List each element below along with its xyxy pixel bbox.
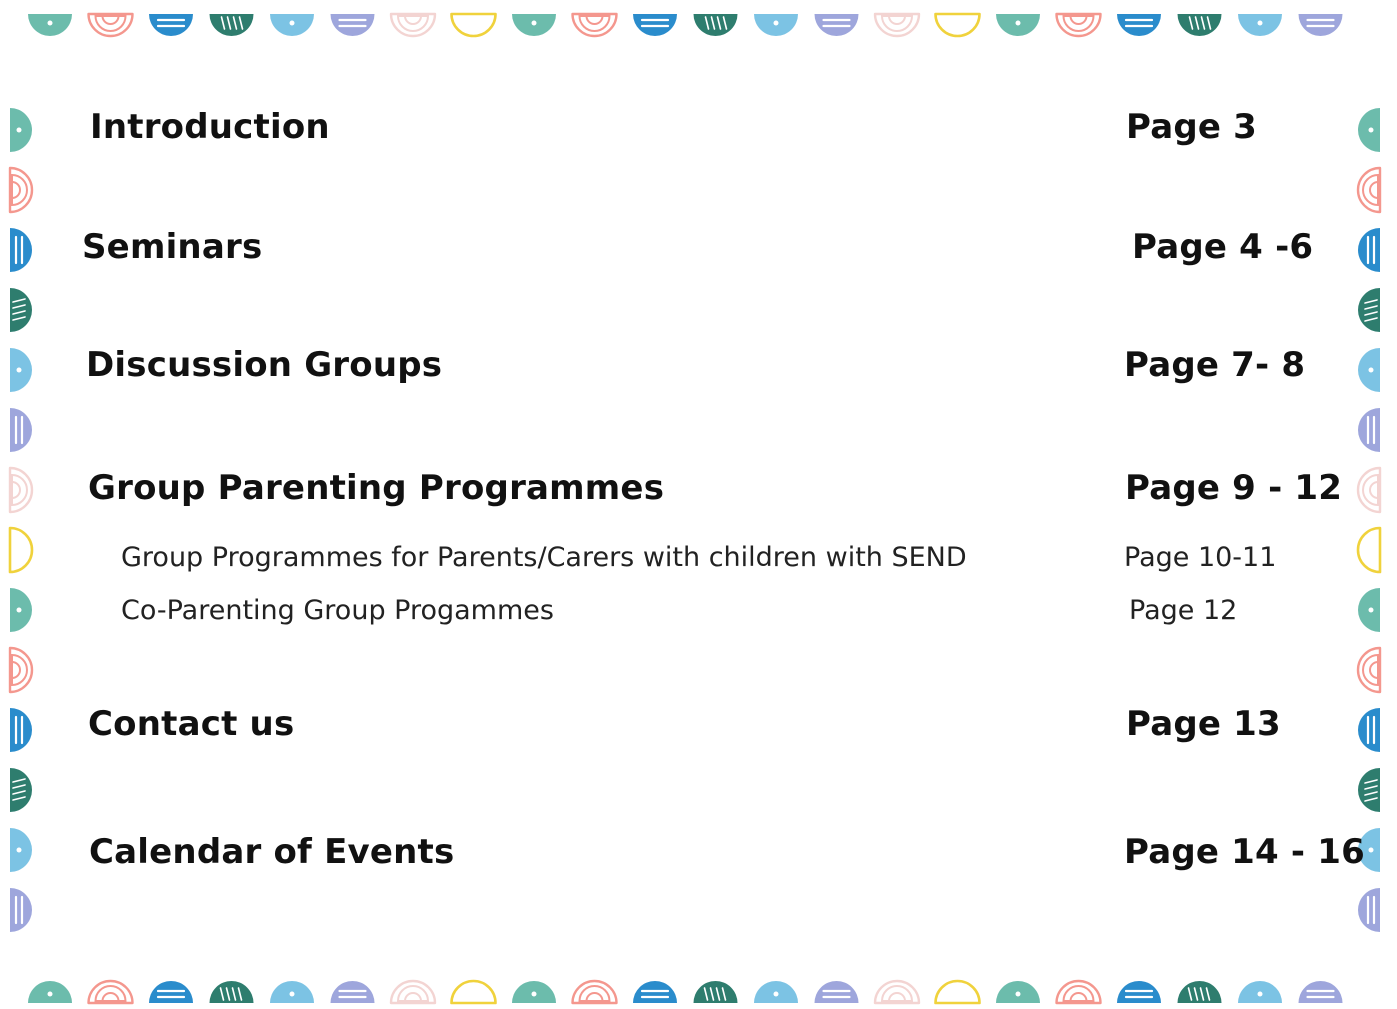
rings-dome-icon xyxy=(1356,166,1382,214)
toc-entry-seminars[interactable]: Seminars Page 4 -6 xyxy=(0,230,1397,270)
toc-entry-page: Page 12 xyxy=(1129,595,1238,626)
toc-entry-page: Page 10-11 xyxy=(1124,542,1277,573)
striped-dome-icon xyxy=(149,14,193,36)
rings-dome-icon xyxy=(8,166,34,214)
striped-dome-icon xyxy=(1298,981,1343,1003)
border-bottom xyxy=(28,979,1343,1005)
toc-entry-page: Page 9 - 12 xyxy=(1125,468,1343,508)
dot-dome-icon xyxy=(996,981,1040,1003)
striped-dome-icon xyxy=(814,981,859,1003)
hatched-dome-icon xyxy=(209,14,254,36)
toc-entry-title: Calendar of Events xyxy=(89,832,455,872)
striped-dome-icon xyxy=(633,14,677,36)
dot-dome-icon xyxy=(512,981,556,1003)
toc-entry-page: Page 3 xyxy=(1126,107,1258,147)
dot-dome-icon xyxy=(754,981,798,1003)
toc-entry-introduction[interactable]: Introduction Page 3 xyxy=(0,110,1397,150)
striped-dome-icon xyxy=(330,14,375,36)
hatched-dome-icon xyxy=(1358,288,1380,332)
striped-dome-icon xyxy=(1298,14,1343,36)
border-top xyxy=(28,12,1343,38)
toc-entry-page: Page 14 - 16 xyxy=(1124,832,1365,872)
hatched-dome-icon xyxy=(1177,981,1222,1003)
hatched-dome-icon xyxy=(10,288,32,332)
dot-dome-icon xyxy=(28,14,72,36)
rings-dome-icon xyxy=(1356,646,1382,694)
toc-entry-title: Group Parenting Programmes xyxy=(88,468,665,508)
rings-dome-icon xyxy=(389,979,437,1005)
toc-entry-title: Introduction xyxy=(90,107,330,147)
striped-dome-icon xyxy=(1358,408,1380,452)
dot-dome-icon xyxy=(1238,14,1282,36)
striped-dome-icon xyxy=(814,14,859,36)
hatched-dome-icon xyxy=(209,981,254,1003)
rings-dome-icon xyxy=(873,12,921,38)
hatched-dome-icon xyxy=(693,981,738,1003)
striped-dome-icon xyxy=(10,408,32,452)
hatched-dome-icon xyxy=(693,14,738,36)
toc-entry-contact-us[interactable]: Contact us Page 13 xyxy=(0,707,1397,747)
outline-dome-icon xyxy=(450,12,497,38)
toc-entry-calendar-of-events[interactable]: Calendar of Events Page 14 - 16 xyxy=(0,835,1397,875)
rings-dome-icon xyxy=(571,12,618,38)
toc-subentry-co-parenting[interactable]: Co-Parenting Group Progammes Page 12 xyxy=(0,597,1397,637)
rings-dome-icon xyxy=(1055,12,1102,38)
rings-dome-icon xyxy=(87,12,134,38)
rings-dome-icon xyxy=(873,979,921,1005)
outline-dome-icon xyxy=(450,979,497,1005)
striped-dome-icon xyxy=(149,981,193,1003)
outline-dome-icon xyxy=(934,12,981,38)
dot-dome-icon xyxy=(1238,981,1282,1003)
striped-dome-icon xyxy=(10,888,32,932)
toc-entry-page: Page 4 -6 xyxy=(1132,227,1314,267)
rings-dome-icon xyxy=(87,979,134,1005)
dot-dome-icon xyxy=(754,14,798,36)
toc-subentry-send-programmes[interactable]: Group Programmes for Parents/Carers with… xyxy=(0,544,1397,584)
striped-dome-icon xyxy=(1117,14,1161,36)
toc-entry-page: Page 13 xyxy=(1126,704,1281,744)
hatched-dome-icon xyxy=(1358,768,1380,812)
striped-dome-icon xyxy=(1358,888,1380,932)
toc-entry-group-parenting-programmes[interactable]: Group Parenting Programmes Page 9 - 12 xyxy=(0,471,1397,511)
striped-dome-icon xyxy=(1117,981,1161,1003)
toc-entry-title: Discussion Groups xyxy=(86,345,443,385)
hatched-dome-icon xyxy=(1177,14,1222,36)
dot-dome-icon xyxy=(270,981,314,1003)
toc-entry-title: Contact us xyxy=(88,704,295,744)
dot-dome-icon xyxy=(270,14,314,36)
striped-dome-icon xyxy=(633,981,677,1003)
toc-entry-title: Co-Parenting Group Progammes xyxy=(121,595,554,626)
dot-dome-icon xyxy=(28,981,72,1003)
toc-entry-page: Page 7- 8 xyxy=(1124,345,1306,385)
hatched-dome-icon xyxy=(10,768,32,812)
rings-dome-icon xyxy=(8,646,34,694)
dot-dome-icon xyxy=(512,14,556,36)
outline-dome-icon xyxy=(934,979,981,1005)
rings-dome-icon xyxy=(389,12,437,38)
toc-entry-title: Seminars xyxy=(82,227,263,267)
toc-entry-discussion-groups[interactable]: Discussion Groups Page 7- 8 xyxy=(0,348,1397,388)
dot-dome-icon xyxy=(996,14,1040,36)
toc-entry-title: Group Programmes for Parents/Carers with… xyxy=(121,542,967,573)
rings-dome-icon xyxy=(571,979,618,1005)
striped-dome-icon xyxy=(330,981,375,1003)
rings-dome-icon xyxy=(1055,979,1102,1005)
